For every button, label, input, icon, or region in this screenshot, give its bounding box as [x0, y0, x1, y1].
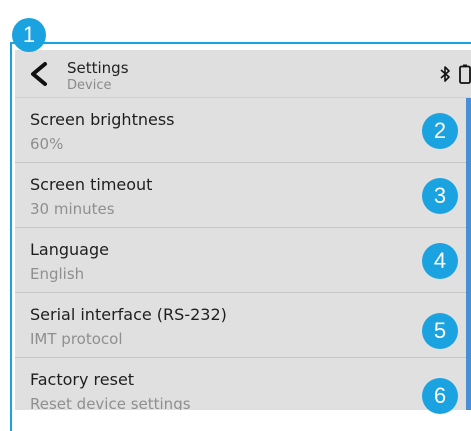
setting-value: IMT protocol — [30, 330, 123, 348]
annotated-screenshot: Settings Device Screen brightness 60% Sc… — [0, 0, 471, 431]
setting-title: Serial interface (RS-232) — [30, 305, 227, 324]
setting-title: Screen brightness — [30, 110, 175, 129]
setting-serial-interface[interactable]: Serial interface (RS-232) IMT protocol — [15, 293, 471, 358]
bluetooth-icon — [440, 66, 450, 82]
callout-badge-3: 3 — [422, 178, 458, 214]
callout-badge-6: 6 — [422, 378, 458, 414]
page-subtitle: Device — [67, 78, 112, 93]
callout-badge-1: 1 — [12, 18, 46, 52]
settings-list: Screen brightness 60% Screen timeout 30 … — [15, 98, 471, 410]
setting-value: 30 minutes — [30, 200, 115, 218]
header-bar: Settings Device — [15, 50, 471, 98]
scrollbar[interactable] — [466, 98, 471, 410]
device-screen: Settings Device Screen brightness 60% Sc… — [15, 50, 471, 410]
battery-icon — [459, 64, 471, 84]
setting-value: Reset device settings — [30, 395, 191, 410]
setting-value: English — [30, 265, 85, 283]
callout-badge-4: 4 — [422, 243, 458, 279]
setting-title: Screen timeout — [30, 175, 153, 194]
callout-badge-2: 2 — [422, 113, 458, 149]
setting-title: Factory reset — [30, 370, 135, 389]
page-title: Settings — [67, 59, 129, 77]
setting-screen-timeout[interactable]: Screen timeout 30 minutes — [15, 163, 471, 228]
setting-language[interactable]: Language English — [15, 228, 471, 293]
chevron-left-icon[interactable] — [27, 61, 51, 87]
setting-factory-reset[interactable]: Factory reset Reset device settings — [15, 358, 471, 410]
setting-value: 60% — [30, 135, 64, 153]
callout-badge-5: 5 — [422, 313, 458, 349]
setting-screen-brightness[interactable]: Screen brightness 60% — [15, 98, 471, 163]
setting-title: Language — [30, 240, 109, 259]
